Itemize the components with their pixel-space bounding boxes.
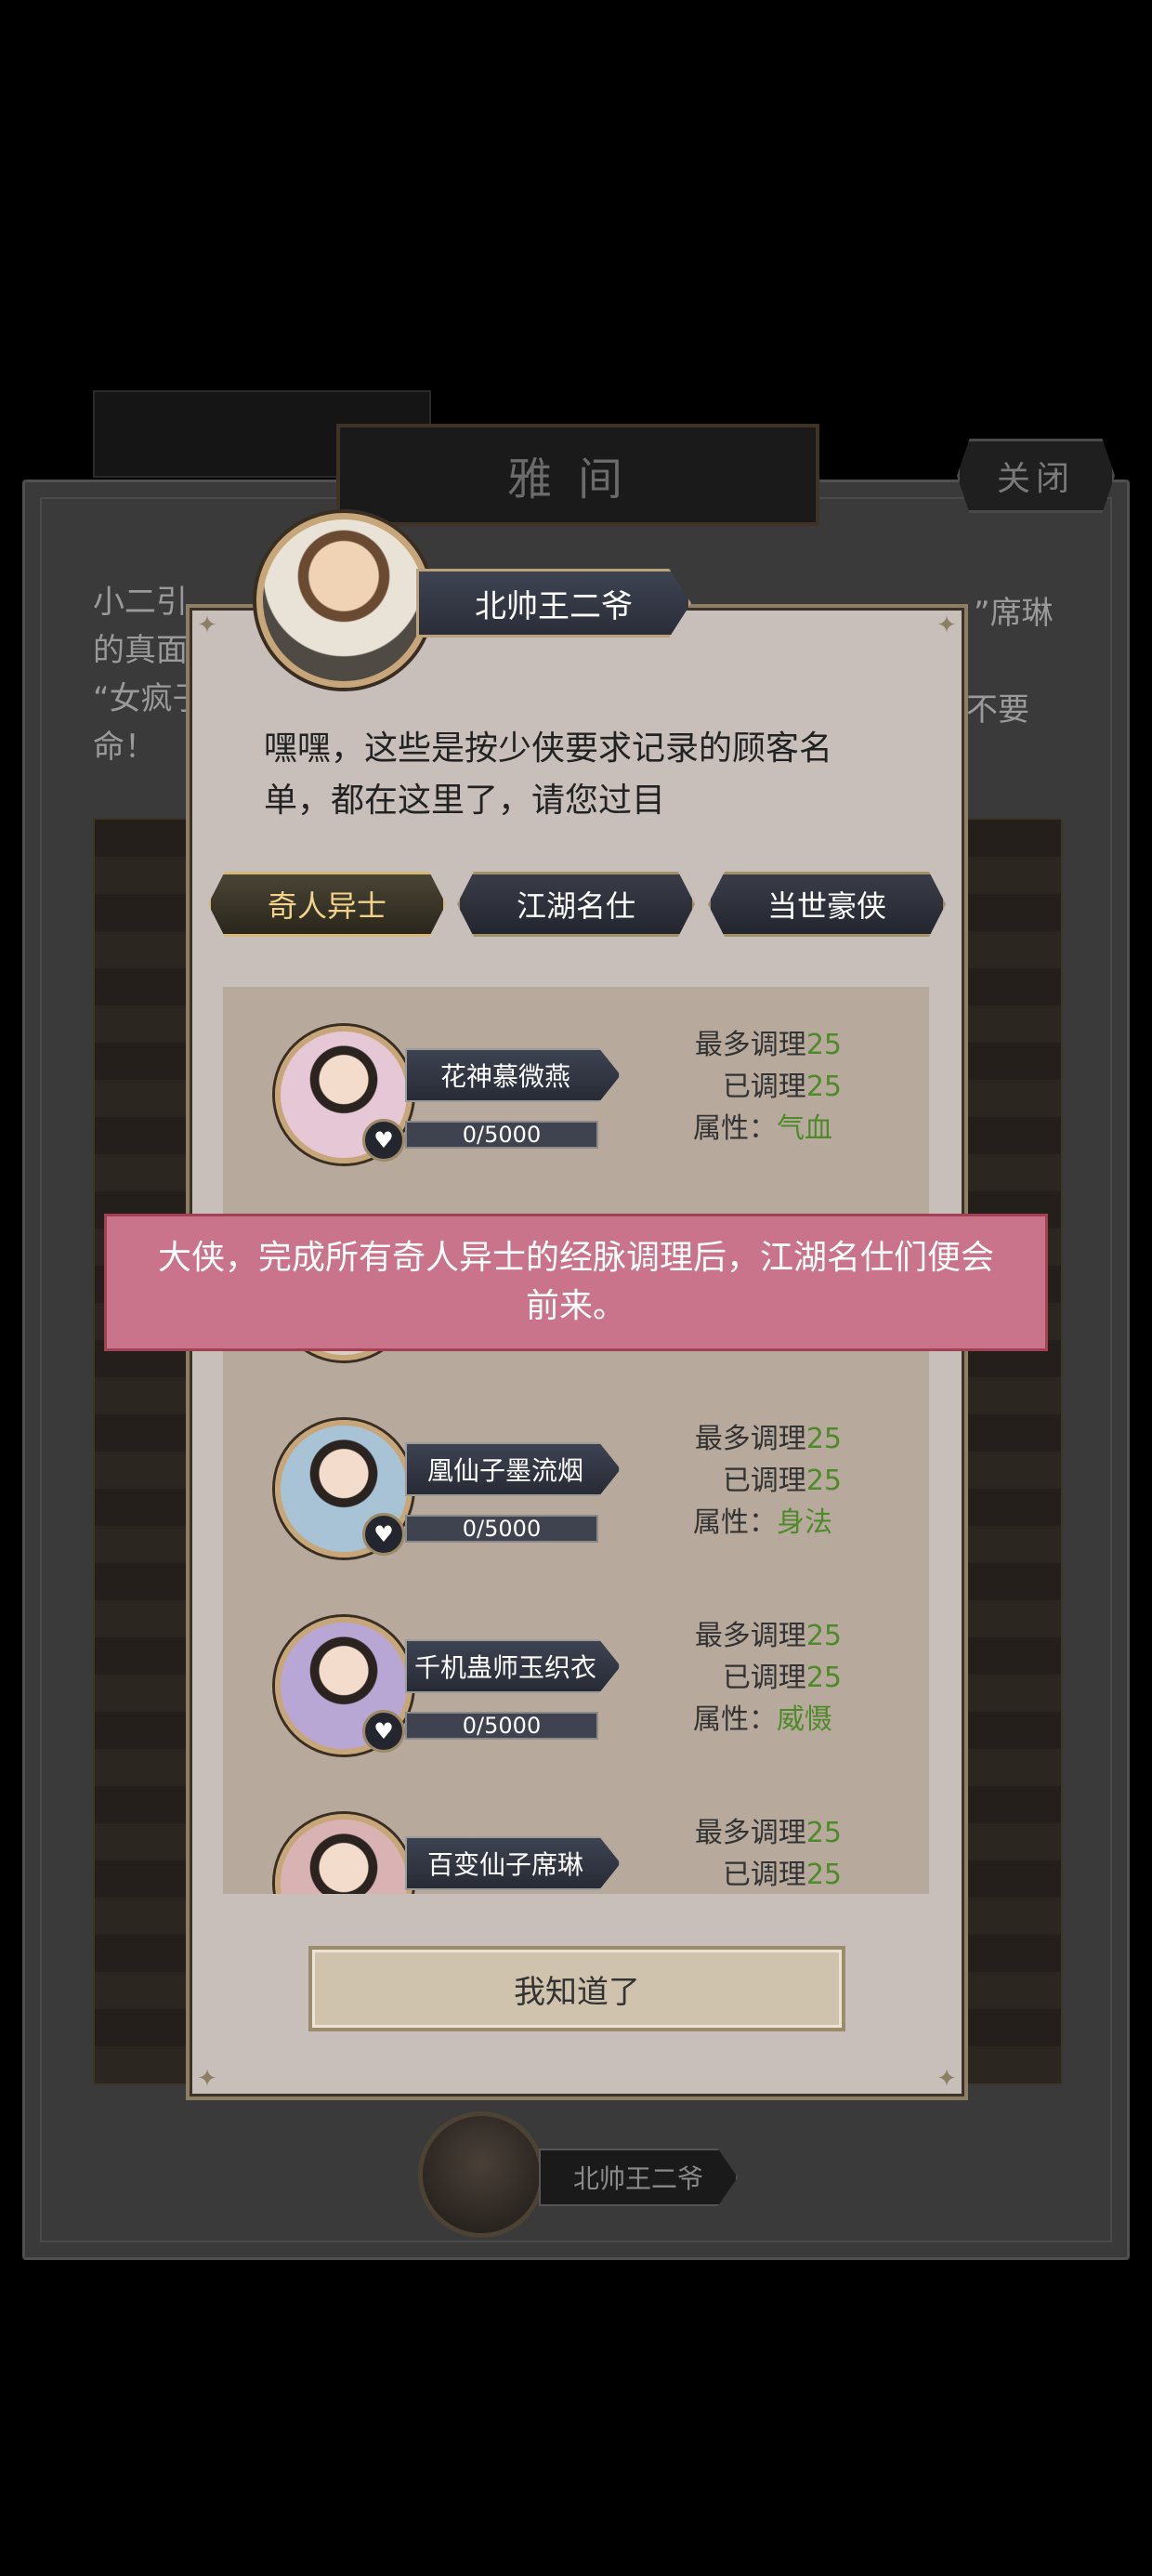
done-adjust-row: 已调理25 bbox=[693, 1854, 842, 1894]
max-adjust-value: 25 bbox=[805, 1817, 842, 1849]
attribute-label: 属性： bbox=[693, 1112, 777, 1145]
affinity-progress: 0/5000 bbox=[405, 1121, 598, 1149]
character-stats: 最多调理25 已调理25 属性：身法 bbox=[693, 1418, 842, 1544]
corner-ornament-icon: ✦ bbox=[197, 2065, 217, 2093]
max-adjust-label: 最多调理 bbox=[694, 1029, 806, 1061]
bottom-speaker-name: 北帅王二爷 bbox=[539, 2149, 738, 2206]
character-avatar[interactable] bbox=[275, 1814, 412, 1894]
progress-text: 0/5000 bbox=[462, 1713, 542, 1739]
character-card[interactable]: 花神慕微燕 ♥ 0/5000 最多调理25 已调理25 属性：气血 bbox=[223, 987, 929, 1173]
story-fragment-right-2: 不要 bbox=[966, 691, 1029, 729]
done-adjust-value: 25 bbox=[805, 1859, 842, 1891]
confirm-button[interactable]: 我知道了 bbox=[308, 1946, 845, 2031]
heart-icon: ♥ bbox=[362, 1513, 405, 1556]
done-adjust-label: 已调理 bbox=[722, 1859, 806, 1891]
heart-icon: ♥ bbox=[362, 1710, 405, 1753]
progress-text: 0/5000 bbox=[462, 1122, 542, 1148]
character-name: 花神慕微燕 bbox=[405, 1048, 621, 1102]
attribute-row: 属性：身法 bbox=[693, 1502, 842, 1544]
character-stats: 最多调理25 已调理25 属性：威慑 bbox=[693, 1615, 842, 1741]
done-adjust-row: 已调理25 bbox=[693, 1460, 842, 1502]
affinity-progress: 0/5000 bbox=[405, 1712, 598, 1740]
max-adjust-value: 25 bbox=[805, 1620, 842, 1652]
character-card[interactable]: 千机蛊师玉织衣 ♥ 0/5000 最多调理25 已调理25 属性：威慑 bbox=[223, 1578, 929, 1764]
done-adjust-label: 已调理 bbox=[722, 1662, 806, 1694]
max-adjust-row: 最多调理25 bbox=[693, 1418, 842, 1460]
room-title: 雅间 bbox=[336, 424, 819, 526]
done-adjust-label: 已调理 bbox=[722, 1465, 806, 1497]
close-button[interactable]: 关闭 bbox=[957, 439, 1115, 513]
heart-icon: ♥ bbox=[362, 1119, 405, 1162]
character-name: 百变仙子席琳 bbox=[405, 1836, 621, 1890]
character-stats: 最多调理25 已调理25 属性：气血 bbox=[693, 1024, 842, 1150]
notice-toast: 大侠，完成所有奇人异士的经脉调理后，江湖名仕们便会前来。 bbox=[104, 1214, 1048, 1351]
done-adjust-row: 已调理25 bbox=[693, 1066, 842, 1108]
corner-ornament-icon: ✦ bbox=[936, 611, 957, 639]
corner-ornament-icon: ✦ bbox=[197, 611, 217, 639]
character-name: 千机蛊师玉织衣 bbox=[405, 1639, 621, 1693]
max-adjust-row: 最多调理25 bbox=[693, 1812, 842, 1854]
bottom-speaker-avatar bbox=[418, 2111, 544, 2238]
progress-text: 0/5000 bbox=[462, 1516, 542, 1542]
tab-jianghu-mingshi[interactable]: 江湖名仕 bbox=[457, 872, 695, 937]
attribute-value: 威慑 bbox=[777, 1703, 832, 1736]
max-adjust-value: 25 bbox=[805, 1423, 842, 1455]
character-list[interactable]: 花神慕微燕 ♥ 0/5000 最多调理25 已调理25 属性：气血 凰仙子墨流烟 ♥ 0/500… bbox=[223, 987, 929, 1894]
max-adjust-label: 最多调理 bbox=[694, 1423, 806, 1455]
character-name: 凰仙子墨流烟 bbox=[405, 1442, 621, 1496]
character-stats: 最多调理25 已调理25 bbox=[693, 1812, 842, 1894]
attribute-value: 气血 bbox=[777, 1112, 832, 1145]
done-adjust-value: 25 bbox=[805, 1465, 842, 1497]
attribute-value: 身法 bbox=[777, 1506, 832, 1539]
story-fragment-right: ”席琳 bbox=[974, 595, 1054, 632]
max-adjust-row: 最多调理25 bbox=[693, 1024, 842, 1066]
done-adjust-label: 已调理 bbox=[722, 1071, 806, 1103]
max-adjust-value: 25 bbox=[805, 1029, 842, 1061]
affinity-progress: 0/5000 bbox=[405, 1515, 598, 1543]
speaker-speech: 嘿嘿，这些是按少侠要求记录的顾客名单，都在这里了，请您过目 bbox=[264, 729, 833, 820]
speaker-name: 北帅王二爷 bbox=[416, 569, 691, 637]
tab-qiren-yishi[interactable]: 奇人异士 bbox=[208, 872, 446, 937]
done-adjust-row: 已调理25 bbox=[693, 1657, 842, 1699]
max-adjust-label: 最多调理 bbox=[694, 1620, 806, 1652]
done-adjust-value: 25 bbox=[805, 1071, 842, 1103]
done-adjust-value: 25 bbox=[805, 1662, 842, 1694]
character-card[interactable]: 凰仙子墨流烟 ♥ 0/5000 最多调理25 已调理25 属性：身法 bbox=[223, 1381, 929, 1567]
attribute-label: 属性： bbox=[693, 1506, 777, 1539]
max-adjust-label: 最多调理 bbox=[694, 1817, 806, 1849]
attribute-row: 属性：气血 bbox=[693, 1108, 842, 1150]
attribute-row: 属性：威慑 bbox=[693, 1699, 842, 1741]
max-adjust-row: 最多调理25 bbox=[693, 1615, 842, 1657]
corner-ornament-icon: ✦ bbox=[936, 2065, 957, 2093]
attribute-label: 属性： bbox=[693, 1703, 777, 1736]
speaker-avatar bbox=[256, 513, 431, 688]
character-card[interactable]: 百变仙子席琳 最多调理25 已调理25 bbox=[223, 1775, 929, 1894]
tab-dangshi-haoxia[interactable]: 当世豪侠 bbox=[708, 872, 946, 937]
